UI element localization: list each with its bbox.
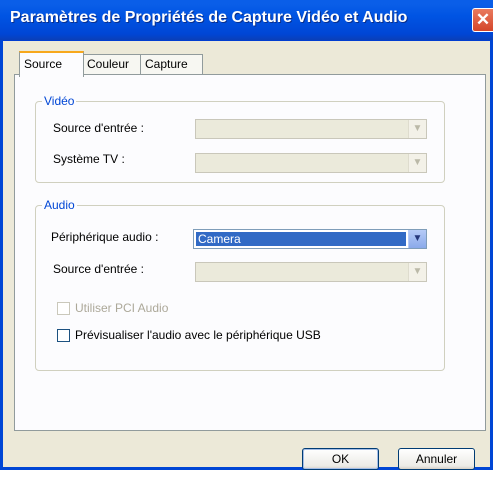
chevron-down-icon[interactable]: ▼	[408, 154, 426, 172]
tab-couleur[interactable]: Couleur	[82, 54, 141, 75]
chevron-down-icon[interactable]: ▼	[408, 120, 426, 138]
close-icon[interactable]: ✕	[472, 8, 493, 32]
audio-device-select[interactable]: Camera ▼	[193, 229, 427, 249]
title-bar[interactable]: Paramètres de Propriétés de Capture Vidé…	[0, 0, 493, 41]
audio-device-value: Camera	[196, 232, 406, 246]
pci-audio-label: Utiliser PCI Audio	[75, 301, 169, 315]
window-border-left	[0, 40, 3, 470]
audio-input-source-select[interactable]: ▼	[195, 262, 427, 282]
audio-group-label: Audio	[42, 198, 77, 212]
chevron-down-icon[interactable]: ▼	[408, 263, 426, 281]
preview-audio-checkbox[interactable]	[57, 329, 70, 342]
tab-panel-source: Vidéo Source d'entrée : ▼ Système TV : ▼…	[14, 74, 486, 431]
tab-source[interactable]: Source	[19, 51, 84, 77]
cancel-button[interactable]: Annuler	[398, 448, 475, 470]
video-input-source-select[interactable]: ▼	[195, 119, 427, 139]
pci-audio-checkbox[interactable]	[57, 302, 70, 315]
tv-system-label: Système TV :	[53, 152, 125, 166]
window-title: Paramètres de Propriétés de Capture Vidé…	[10, 9, 408, 26]
ok-button[interactable]: OK	[302, 448, 379, 470]
audio-input-source-label: Source d'entrée :	[53, 262, 145, 276]
video-group-label: Vidéo	[42, 94, 77, 108]
video-input-source-label: Source d'entrée :	[53, 121, 145, 135]
tv-system-select[interactable]: ▼	[195, 153, 427, 173]
preview-audio-label[interactable]: Prévisualiser l'audio avec le périphériq…	[75, 328, 321, 342]
chevron-down-icon[interactable]: ▼	[408, 230, 426, 248]
dialog-window: Paramètres de Propriétés de Capture Vidé…	[0, 0, 493, 470]
audio-device-label: Périphérique audio :	[51, 230, 159, 244]
tab-capture[interactable]: Capture	[140, 54, 203, 75]
